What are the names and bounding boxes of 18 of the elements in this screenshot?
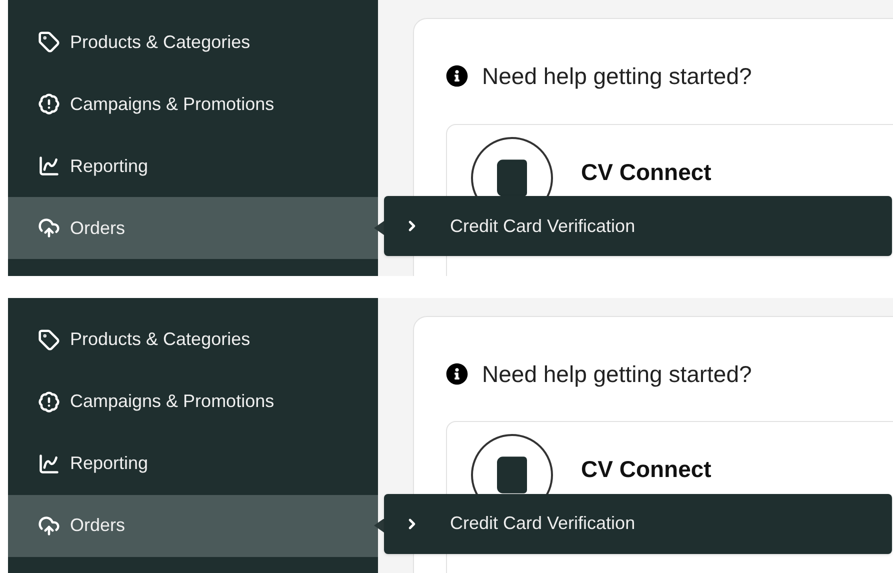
flyout-item[interactable]: Credit Card Verification — [384, 196, 892, 256]
card-title: CV Connect — [581, 158, 712, 186]
sidebar-item[interactable]: Orders — [8, 197, 378, 259]
badge-alert-icon — [38, 93, 60, 115]
cloud-upload-icon — [38, 217, 60, 239]
tag-icon — [38, 328, 60, 350]
help-title: Need help getting started? — [482, 360, 752, 389]
flyout-item[interactable]: Credit Card Verification — [384, 494, 892, 554]
badge-alert-icon — [38, 390, 60, 412]
line-chart-icon — [38, 452, 60, 474]
cloud-upload-icon — [38, 514, 60, 536]
card-title: CV Connect — [581, 455, 712, 484]
sidebar-item[interactable]: Orders — [8, 494, 378, 556]
info-icon — [446, 362, 468, 385]
info-icon — [446, 65, 468, 88]
tag-icon — [38, 31, 60, 53]
help-title: Need help getting started? — [482, 62, 752, 91]
line-chart-icon — [38, 155, 60, 177]
